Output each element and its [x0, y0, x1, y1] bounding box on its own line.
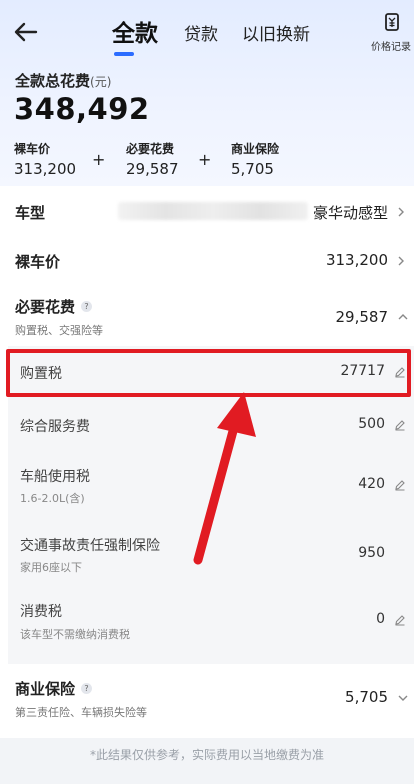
- row-commercial-insurance[interactable]: 商业保险? 第三责任险、车辆损失险等 5,705: [0, 670, 414, 730]
- help-icon[interactable]: ?: [81, 301, 93, 312]
- row-bare-price[interactable]: 裸车价 313,200: [0, 238, 414, 288]
- cost-detail-card: 车型 豪华动感型 裸车价 313,200 必要花费? 购置税、交强险等 29,5…: [0, 186, 414, 738]
- header-area: 全款 贷款 以旧换新 价格记录 全款总花费(元) 348,492 裸车价 313…: [0, 0, 414, 186]
- payment-tabs: 全款 贷款 以旧换新: [0, 14, 414, 56]
- plus-sign: +: [92, 150, 106, 169]
- edit-pencil-icon[interactable]: [394, 419, 406, 431]
- component-required-fees: 必要花费 29,587: [126, 142, 179, 178]
- total-cost: 348,492: [14, 92, 150, 126]
- tab-full-payment[interactable]: 全款: [112, 14, 158, 48]
- car-model-value: 豪华动感型: [312, 204, 388, 222]
- edit-pencil-icon[interactable]: [394, 614, 406, 626]
- item-compulsory-insurance[interactable]: 交通事故责任强制保险 家用6座以下 950: [8, 516, 414, 588]
- blurred-model-name: [118, 202, 308, 220]
- help-icon[interactable]: ?: [81, 683, 93, 694]
- row-required-fees[interactable]: 必要花费? 购置税、交强险等 29,587: [0, 288, 414, 346]
- component-insurance: 商业保险 5,705: [231, 142, 280, 178]
- insurance-value: 5,705: [345, 688, 388, 706]
- price-record-label: 价格记录: [371, 42, 411, 53]
- plus-sign: +: [198, 150, 212, 169]
- item-service-fee[interactable]: 综合服务费 500: [8, 398, 414, 452]
- item-vehicle-tax[interactable]: 车船使用税 1.6-2.0L(含) 420: [8, 452, 414, 516]
- bare-price-value: 313,200: [325, 251, 388, 269]
- tab-loan[interactable]: 贷款: [184, 20, 218, 45]
- item-consumption-tax[interactable]: 消费税 该车型不需缴纳消费税 0: [8, 588, 414, 664]
- row-car-model[interactable]: 车型 豪华动感型: [0, 186, 414, 238]
- annotation-highlight-box: [6, 349, 411, 397]
- total-title: 全款总花费(元): [15, 72, 112, 90]
- chevron-right-icon: [398, 256, 404, 266]
- chevron-up-icon: [398, 314, 408, 320]
- chevron-right-icon: [398, 207, 404, 217]
- chevron-down-icon: [398, 695, 408, 701]
- component-bare-price: 裸车价 313,200: [14, 142, 77, 178]
- price-record-button[interactable]: 价格记录: [370, 12, 414, 53]
- disclaimer-text: *此结果仅供参考，实际费用以当地缴费为准: [89, 748, 324, 762]
- tab-trade-in[interactable]: 以旧换新: [242, 20, 310, 45]
- edit-pencil-icon[interactable]: [394, 479, 406, 491]
- price-tag-icon: [385, 13, 399, 31]
- required-fees-value: 29,587: [335, 308, 389, 326]
- active-tab-indicator: [114, 52, 134, 56]
